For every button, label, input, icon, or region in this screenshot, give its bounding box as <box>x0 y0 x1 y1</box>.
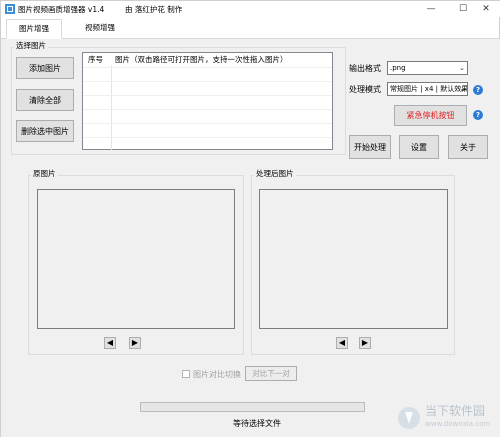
close-button[interactable]: ✕ <box>471 1 500 17</box>
list-row-line <box>83 95 332 96</box>
processing-mode-label: 处理模式 <box>349 85 381 94</box>
compare-toggle-label: 图片对比切换 <box>193 370 241 379</box>
original-prev-button[interactable]: ◀ <box>104 337 116 349</box>
arrow-left-icon: ◀ <box>106 338 114 347</box>
tab-video-enhance[interactable]: 视频增强 <box>73 19 127 39</box>
list-column-divider <box>111 65 112 151</box>
watermark-url: www.downxia.com <box>425 420 491 428</box>
maximize-icon: ☐ <box>458 4 468 14</box>
compare-toggle-checkbox[interactable] <box>182 370 190 378</box>
close-icon: ✕ <box>482 4 490 14</box>
chevron-down-icon: ⌄ <box>459 64 465 72</box>
tab-image-enhance[interactable]: 图片增强 <box>6 19 62 39</box>
list-row-line <box>83 123 332 124</box>
image-list[interactable]: 序号 图片（双击路径可打开图片，支持一次性拖入图片） <box>82 52 333 151</box>
arrow-right-icon: ▶ <box>131 338 139 347</box>
progress-bar <box>140 402 365 412</box>
processed-image-preview <box>259 189 448 329</box>
status-text: 等待选择文件 <box>233 419 281 428</box>
clear-all-button[interactable]: 清除全部 <box>16 89 74 111</box>
arrow-left-icon: ◀ <box>338 338 346 347</box>
start-processing-button[interactable]: 开始处理 <box>349 135 391 159</box>
app-author: 由 落红护花 制作 <box>125 5 183 14</box>
settings-button[interactable]: 设置 <box>399 135 439 159</box>
original-image-preview <box>37 189 235 329</box>
output-format-select[interactable]: .png ⌄ <box>387 61 468 75</box>
list-row-line <box>83 81 332 82</box>
processed-next-button[interactable]: ▶ <box>359 337 371 349</box>
list-row-line <box>83 109 332 110</box>
watermark-logo: 当下软件园 www.downxia.com <box>397 396 497 436</box>
original-image-label: 原图片 <box>31 168 58 179</box>
original-next-button[interactable]: ▶ <box>129 337 141 349</box>
title-bar: 图片视频画质增强器 v1.4 由 落红护花 制作 — ☐ ✕ <box>1 1 500 17</box>
list-col-index[interactable]: 序号 <box>88 53 103 67</box>
list-header-line <box>83 67 332 68</box>
processing-mode-value: 常规图片 | x4 | 默认效果 <box>390 85 468 93</box>
arrow-right-icon: ▶ <box>361 338 369 347</box>
about-button[interactable]: 关于 <box>448 135 488 159</box>
delete-selected-button[interactable]: 删除选中图片 <box>16 120 74 142</box>
emergency-stop-button[interactable]: 紧急停机按钮 <box>394 105 467 126</box>
watermark-text: 当下软件园 <box>425 404 486 418</box>
chevron-down-icon: ⌄ <box>459 85 465 93</box>
help-icon[interactable]: ? <box>473 85 483 95</box>
processed-prev-button[interactable]: ◀ <box>336 337 348 349</box>
minimize-icon: — <box>426 4 436 14</box>
list-row-line <box>83 137 332 138</box>
help-icon[interactable]: ? <box>473 110 483 120</box>
select-images-label: 选择图片 <box>14 40 48 51</box>
compare-next-pair-button[interactable]: 对比下一对 <box>245 366 297 381</box>
processing-mode-select[interactable]: 常规图片 | x4 | 默认效果 ⌄ <box>387 82 468 96</box>
minimize-button[interactable]: — <box>416 1 446 17</box>
processed-image-label: 处理后图片 <box>254 168 296 179</box>
app-icon <box>5 4 15 14</box>
list-col-image[interactable]: 图片（双击路径可打开图片，支持一次性拖入图片） <box>115 53 288 67</box>
window-title: 图片视频画质增强器 v1.4 由 落红护花 制作 <box>18 4 182 15</box>
main-panel: 选择图片 添加图片 清除全部 删除选中图片 序号 图片（双击路径可打开图片，支持… <box>1 39 500 437</box>
add-images-button[interactable]: 添加图片 <box>16 57 74 79</box>
output-format-value: .png <box>390 64 406 72</box>
app-window: 图片视频画质增强器 v1.4 由 落红护花 制作 — ☐ ✕ 图片增强 视频增强… <box>0 0 500 437</box>
output-format-label: 输出格式 <box>349 64 381 73</box>
app-title: 图片视频画质增强器 v1.4 <box>18 5 105 14</box>
tab-strip: 图片增强 视频增强 <box>1 17 500 39</box>
